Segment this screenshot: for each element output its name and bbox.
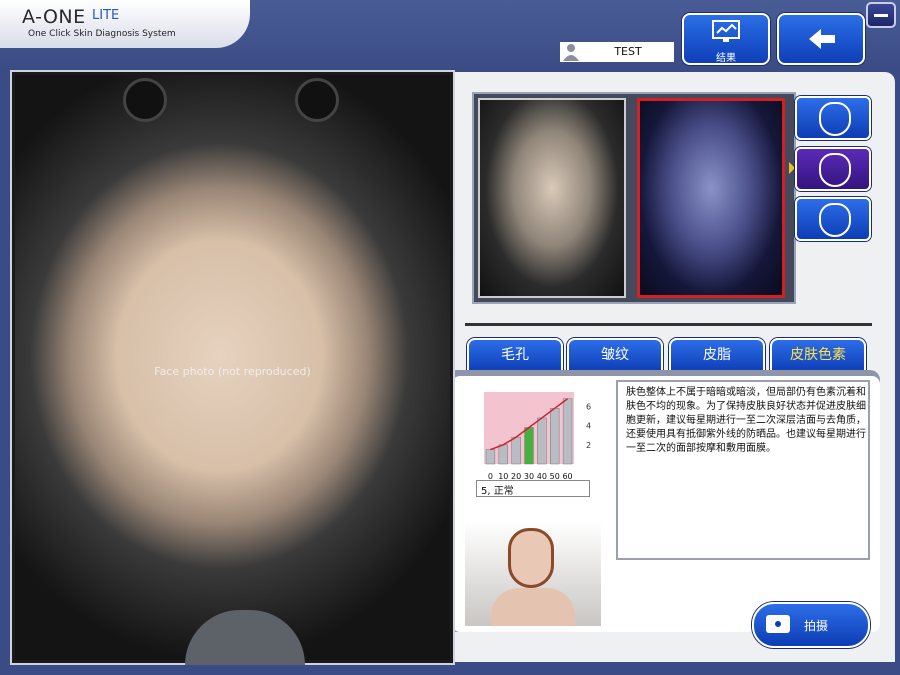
model-shoulders — [491, 588, 575, 626]
monitor-icon — [712, 20, 740, 42]
thumbnail-normal-light[interactable] — [478, 98, 626, 298]
back-button[interactable] — [777, 13, 865, 65]
head-rest-pin-left — [123, 78, 167, 122]
camera-lens — [773, 619, 783, 629]
chart-y-tick-label: 4 — [586, 422, 591, 431]
view-left-button[interactable] — [795, 96, 871, 140]
face-right-icon — [819, 203, 851, 237]
view-front-button[interactable] — [795, 147, 871, 191]
user-name: TEST — [614, 45, 642, 58]
chart-bar — [485, 449, 496, 465]
logo-subtitle: One Click Skin Diagnosis System — [28, 29, 176, 39]
advice-box: 肤色整体上不属于暗暗或暗淡，但局部仍有色素沉着和肤色不均的现象。为了保持皮肤良好… — [616, 380, 870, 560]
model-face — [508, 528, 554, 588]
chart-bar — [498, 444, 508, 465]
capture-label: 拍摄 — [804, 619, 829, 633]
result-label: 结果 — [716, 53, 736, 64]
chart-bar — [562, 398, 573, 465]
chart-y-tick-label: 6 — [586, 402, 591, 411]
model-face-guide — [465, 522, 601, 626]
chart-bar — [511, 436, 521, 465]
tab-wrinkles[interactable]: 皱纹 — [567, 338, 663, 374]
section-divider — [465, 323, 872, 326]
face-front-icon — [819, 153, 851, 187]
tab-sebum[interactable]: 皮脂 — [669, 338, 765, 374]
user-icon — [563, 44, 579, 61]
app-logo: A-ONE LITE One Click Skin Diagnosis Syst… — [0, 0, 250, 48]
thumbnail-strip — [472, 92, 796, 304]
chart-bar — [550, 408, 560, 465]
camera-icon — [766, 615, 790, 633]
photo-placeholder-label: Face photo (not reproduced) — [154, 365, 311, 378]
chart-bar — [524, 427, 534, 465]
minimize-button[interactable] — [866, 2, 896, 28]
tab-pores[interactable]: 毛孔 — [467, 338, 563, 374]
head-rest-pin-right — [295, 78, 339, 122]
thumbnail-uv-light[interactable] — [637, 98, 785, 298]
logo-main-text: A-ONE — [22, 6, 86, 28]
main-photo-frame: Face photo (not reproduced) — [10, 70, 455, 665]
result-button[interactable]: 结果 — [682, 13, 770, 65]
view-right-button[interactable] — [795, 197, 871, 241]
score-value: 5, 正常 — [481, 486, 514, 497]
face-left-icon — [819, 102, 851, 136]
pigment-chart: 0 10 20 30 40 50 60246 — [484, 392, 591, 481]
chin-rest — [185, 610, 305, 665]
score-field: 5, 正常 — [476, 480, 590, 497]
tab-pigmentation[interactable]: 皮肤色素 — [770, 338, 866, 374]
advice-text: 肤色整体上不属于暗暗或暗淡，但局部仍有色素沉着和肤色不均的现象。为了保持皮肤良好… — [626, 387, 866, 454]
minimize-icon — [874, 14, 888, 17]
user-field: TEST — [560, 42, 674, 62]
chart-bar — [537, 417, 547, 465]
capture-button[interactable]: 拍摄 — [752, 602, 870, 648]
chart-y-tick-label: 2 — [586, 441, 591, 450]
logo-lite-text: LITE — [92, 8, 120, 23]
main-photo-placeholder: Face photo (not reproduced) — [15, 75, 450, 665]
arrow-left-icon — [809, 29, 835, 49]
